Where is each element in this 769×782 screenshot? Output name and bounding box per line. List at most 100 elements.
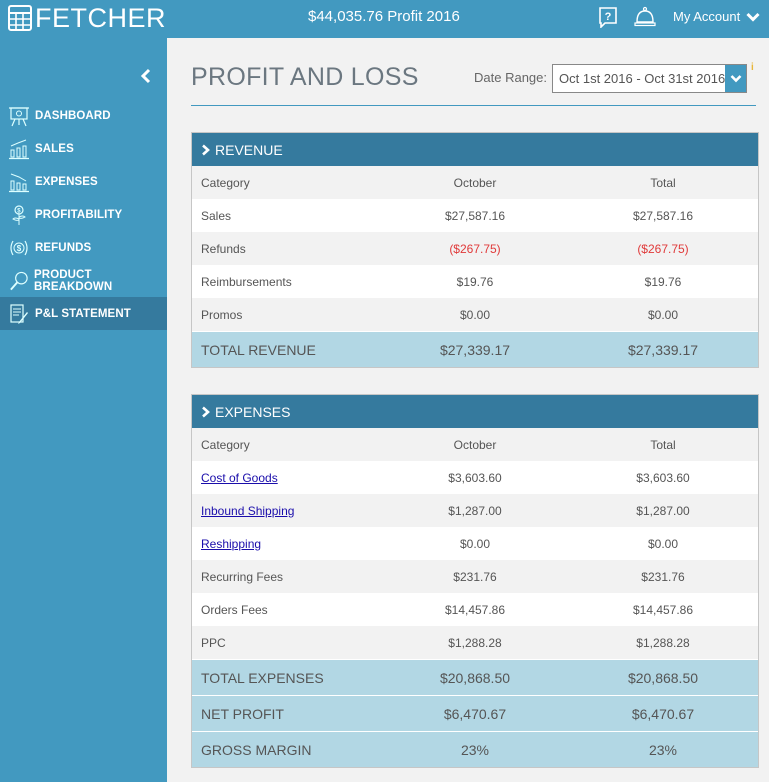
sidebar-item-product-breakdown[interactable]: PRODUCT BREAKDOWN xyxy=(0,264,167,297)
row-category: Refunds xyxy=(201,241,246,256)
date-range-dropdown-button[interactable] xyxy=(725,65,746,92)
column-header: October xyxy=(453,175,497,190)
row-october: $19.76 xyxy=(456,274,494,289)
row-october: $0.00 xyxy=(459,307,491,322)
table-row: Recurring Fees $231.76 $231.76 xyxy=(192,560,758,593)
row-total: $231.76 xyxy=(641,569,685,584)
chevron-right-icon xyxy=(202,406,210,417)
logo[interactable]: FETCHER xyxy=(8,3,166,33)
total-label: NET PROFIT xyxy=(201,705,284,722)
reshipping-link[interactable]: Reshipping xyxy=(201,537,261,551)
sidebar-item-label: SALES xyxy=(35,142,74,155)
title-divider xyxy=(191,105,756,106)
my-account-menu[interactable]: My Account xyxy=(673,9,760,24)
sidebar-item-label: PROFITABILITY xyxy=(35,208,123,221)
sidebar-item-label: REFUNDS xyxy=(35,241,92,254)
service-bell-icon[interactable] xyxy=(633,5,657,29)
bar-chart-down-icon xyxy=(9,173,29,192)
chevron-down-icon xyxy=(730,75,742,83)
row-category: Promos xyxy=(201,307,243,322)
sidebar-item-profitability[interactable]: $ PROFITABILITY xyxy=(0,198,167,231)
date-range-value: Oct 1st 2016 - Oct 31st 2016 xyxy=(559,71,726,86)
sidebar-nav: DASHBOARD SALES EXPENSES $ PROFITABILITY… xyxy=(0,99,167,330)
revenue-panel-title: REVENUE xyxy=(215,141,283,158)
total-total: $27,339.17 xyxy=(627,341,699,358)
chevron-down-icon xyxy=(746,12,760,22)
expenses-panel: EXPENSES Category October Total Cost of … xyxy=(191,394,759,768)
total-october: $20,868.50 xyxy=(439,669,511,686)
total-total: 23% xyxy=(648,741,678,758)
column-header: Category xyxy=(201,175,250,190)
row-total: ($267.75) xyxy=(637,241,689,256)
total-label: TOTAL EXPENSES xyxy=(201,669,324,686)
row-october: $14,457.86 xyxy=(444,602,506,617)
main-content: PROFIT AND LOSS Date Range: Oct 1st 2016… xyxy=(167,38,769,782)
magnifier-icon xyxy=(10,271,28,290)
svg-text:$: $ xyxy=(17,244,22,253)
table-header-row: Category October Total xyxy=(192,428,758,461)
row-total: $3,603.60 xyxy=(636,470,690,485)
column-header: Total xyxy=(650,175,676,190)
calculator-icon xyxy=(8,5,32,31)
cost-of-goods-link[interactable]: Cost of Goods xyxy=(201,471,278,485)
date-range-select[interactable]: Oct 1st 2016 - Oct 31st 2016 xyxy=(552,64,747,93)
sidebar: DASHBOARD SALES EXPENSES $ PROFITABILITY… xyxy=(0,38,167,782)
document-pen-icon xyxy=(10,303,28,324)
row-category: PPC xyxy=(201,635,226,650)
table-row: Inbound Shipping $1,287.00 $1,287.00 xyxy=(192,494,758,527)
table-row: PPC $1,288.28 $1,288.28 xyxy=(192,626,758,659)
sidebar-item-refunds[interactable]: $ REFUNDS xyxy=(0,231,167,264)
row-category: Sales xyxy=(201,208,232,223)
expenses-panel-header[interactable]: EXPENSES xyxy=(192,395,758,428)
inbound-shipping-link[interactable]: Inbound Shipping xyxy=(201,504,294,518)
info-icon[interactable]: i xyxy=(751,62,754,73)
svg-text:$: $ xyxy=(17,208,21,214)
row-october: $1,288.28 xyxy=(448,635,502,650)
sidebar-item-dashboard[interactable]: DASHBOARD xyxy=(0,99,167,132)
total-october: $27,339.17 xyxy=(439,341,511,358)
table-row: Reimbursements $19.76 $19.76 xyxy=(192,265,758,298)
column-header: October xyxy=(453,437,497,452)
total-label: GROSS MARGIN xyxy=(201,741,312,758)
table-row: Reshipping $0.00 $0.00 xyxy=(192,527,758,560)
chevron-left-icon[interactable] xyxy=(140,68,152,84)
row-october: $1,287.00 xyxy=(448,503,502,518)
top-bar: FETCHER $44,035.76 Profit 2016 ? My Acco… xyxy=(0,0,769,38)
revenue-panel-header[interactable]: REVENUE xyxy=(192,133,758,166)
presentation-board-icon xyxy=(9,106,29,126)
total-total: $6,470.67 xyxy=(631,705,695,722)
table-row: Promos $0.00 $0.00 xyxy=(192,298,758,331)
net-profit-row: NET PROFIT $6,470.67 $6,470.67 xyxy=(192,695,758,731)
row-total: $14,457.86 xyxy=(632,602,694,617)
total-expenses-row: TOTAL EXPENSES $20,868.50 $20,868.50 xyxy=(192,659,758,695)
row-total: $19.76 xyxy=(644,274,682,289)
sidebar-item-label: DASHBOARD xyxy=(35,109,111,122)
sidebar-item-pl-statement[interactable]: P&L STATEMENT xyxy=(0,297,167,330)
table-row: Cost of Goods $3,603.60 $3,603.60 xyxy=(192,461,758,494)
page-title: PROFIT AND LOSS xyxy=(191,63,419,91)
logo-text: FETCHER xyxy=(35,2,166,33)
dollar-exchange-icon: $ xyxy=(10,240,28,255)
row-category: Recurring Fees xyxy=(201,569,284,584)
row-total: $1,287.00 xyxy=(636,503,690,518)
row-total: $27,587.16 xyxy=(632,208,694,223)
row-category: Orders Fees xyxy=(201,602,268,617)
column-header: Total xyxy=(650,437,676,452)
sidebar-item-expenses[interactable]: EXPENSES xyxy=(0,165,167,198)
sidebar-item-label: PRODUCT BREAKDOWN xyxy=(34,268,113,293)
money-plant-icon: $ xyxy=(12,204,26,225)
help-question-icon[interactable]: ? xyxy=(597,6,619,28)
table-row: Refunds ($267.75) ($267.75) xyxy=(192,232,758,265)
row-october: $231.76 xyxy=(453,569,497,584)
row-october: ($267.75) xyxy=(449,241,501,256)
total-october: $6,470.67 xyxy=(443,705,507,722)
expenses-panel-title: EXPENSES xyxy=(215,403,291,420)
sidebar-item-sales[interactable]: SALES xyxy=(0,132,167,165)
account-label: My Account xyxy=(673,9,741,24)
row-total: $0.00 xyxy=(647,307,679,322)
table-row: Sales $27,587.16 $27,587.16 xyxy=(192,199,758,232)
row-category: Reimbursements xyxy=(201,274,292,289)
date-range-label: Date Range: xyxy=(474,70,547,85)
sidebar-item-label: EXPENSES xyxy=(35,175,98,188)
gross-margin-row: GROSS MARGIN 23% 23% xyxy=(192,731,758,767)
